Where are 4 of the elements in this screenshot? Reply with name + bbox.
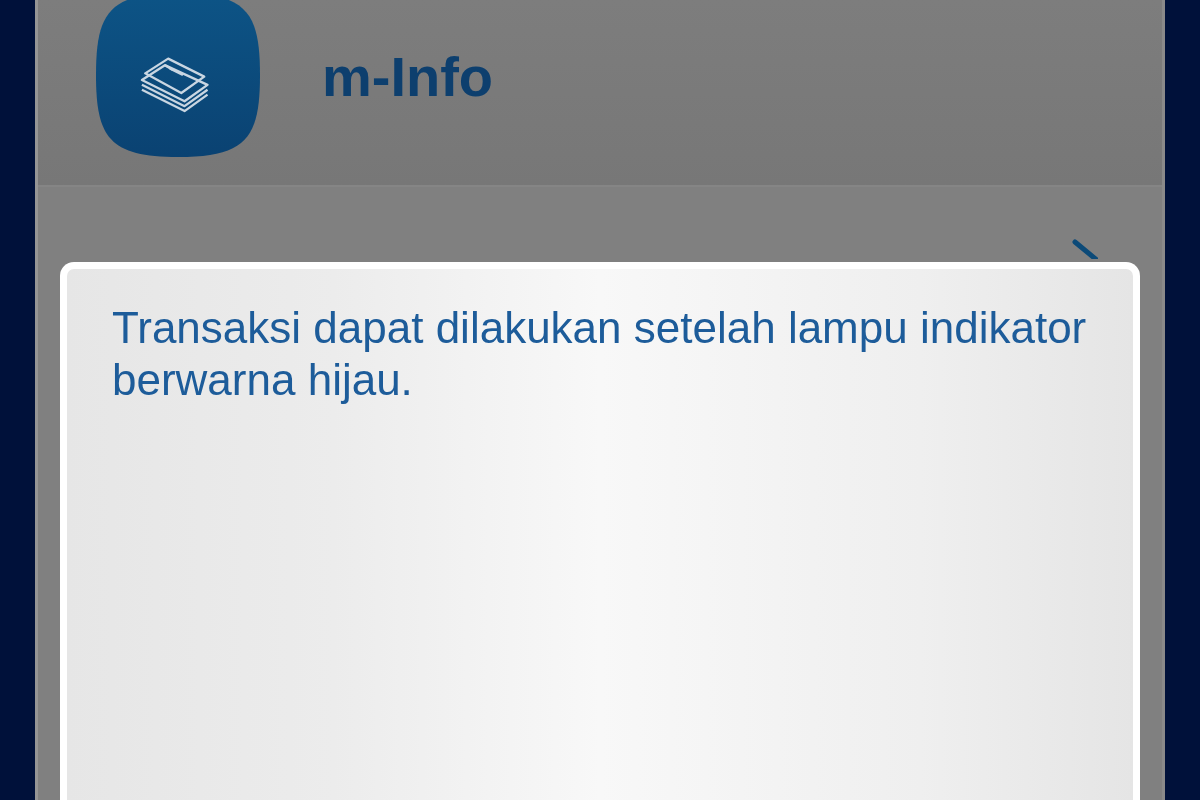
dialog-message: Transaksi dapat dilakukan setelah lampu indikator berwarna hijau. [112,302,1088,406]
app-title: m-Info [322,44,494,110]
chevron-icon [1072,239,1098,259]
card-stack-app-icon [96,0,260,157]
